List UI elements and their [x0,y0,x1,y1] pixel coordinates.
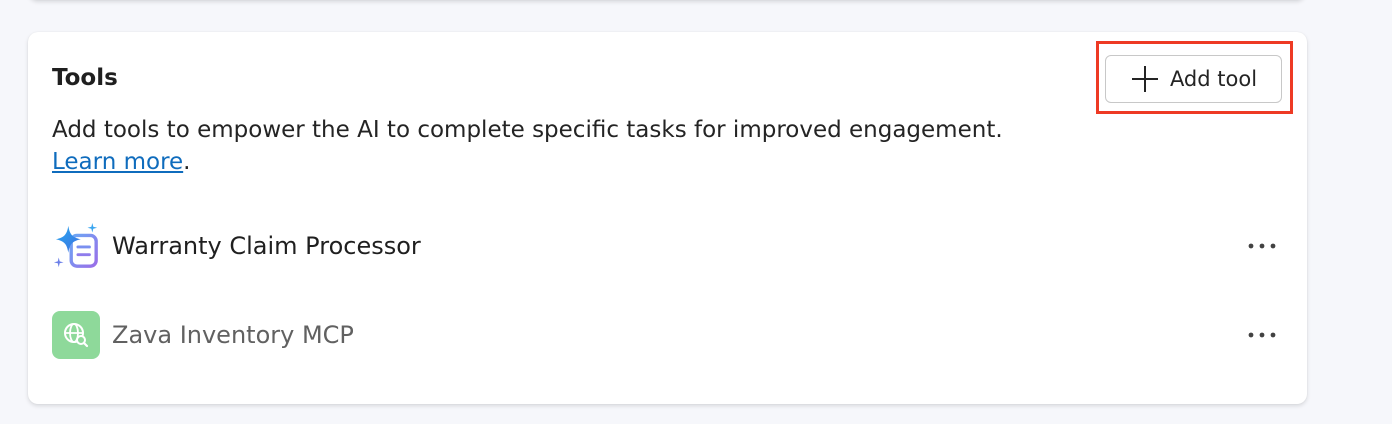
tool-name: Warranty Claim Processor [112,232,421,260]
section-title: Tools [52,65,118,91]
tool-item-zava-inventory-mcp[interactable]: Zava Inventory MCP [52,310,1282,360]
add-tool-button[interactable]: Add tool [1105,55,1282,103]
more-options-icon [1248,332,1276,338]
plus-icon [1131,66,1158,92]
learn-more-link[interactable]: Learn more [52,149,183,175]
tool-name: Zava Inventory MCP [112,321,354,349]
tool-item-warranty-claim-processor[interactable]: Warranty Claim Processor [52,221,1282,271]
description-text: Add tools to empower the AI to complete … [52,117,1003,143]
learn-more-suffix: . [183,149,191,175]
more-options-button[interactable] [1242,315,1282,355]
section-description: Add tools to empower the AI to complete … [52,114,1172,178]
sparkle-form-icon [52,222,100,270]
more-options-button[interactable] [1242,226,1282,266]
globe-search-icon [52,311,100,359]
add-tool-label: Add tool [1169,67,1258,91]
tools-card: Tools Add tool Add tools to empower the … [28,32,1307,404]
more-options-icon [1248,243,1276,249]
